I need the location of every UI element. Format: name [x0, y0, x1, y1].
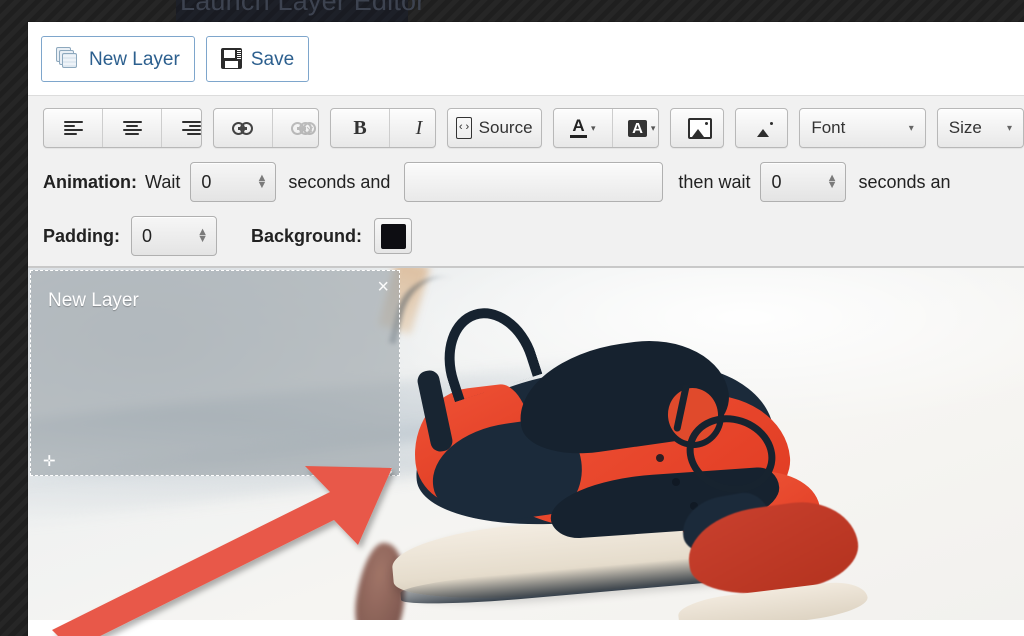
canvas-layer[interactable]: New Layer × ✛: [30, 270, 400, 476]
new-layer-button-label: New Layer: [89, 50, 180, 69]
then-wait-label: then wait: [678, 172, 750, 193]
align-right-button[interactable]: [162, 109, 202, 147]
seconds-and-label: seconds and: [288, 172, 390, 193]
animation-then-wait-value: 0: [771, 172, 781, 193]
align-left-icon: [64, 121, 83, 135]
padding-value: 0: [142, 226, 152, 247]
unlink-icon: ✕: [291, 122, 312, 135]
align-center-icon: [123, 121, 142, 135]
stepper-arrows-icon-2[interactable]: ▲▼: [827, 175, 838, 189]
layers-icon: [56, 47, 80, 71]
font-dropdown-label: Font: [811, 118, 845, 138]
floppy-disk-icon: [221, 48, 242, 69]
layer-title: New Layer: [48, 290, 139, 312]
save-button[interactable]: Save: [206, 36, 309, 82]
link-group: ✕: [213, 108, 319, 148]
source-button[interactable]: ‹› Source: [448, 109, 541, 147]
image-framed-icon: [688, 118, 712, 139]
source-group: ‹› Source: [447, 108, 542, 148]
animation-row: Animation: Wait 0 ▲▼ seconds and then wa…: [43, 162, 1024, 202]
unlink-button[interactable]: ✕: [273, 109, 319, 147]
background-color-swatch[interactable]: [374, 218, 412, 254]
trailing-seconds-label: seconds an: [858, 172, 950, 193]
insert-image-button[interactable]: [736, 109, 789, 147]
text-color-letter: A: [572, 118, 584, 133]
chevron-down-icon-2: ▾: [651, 123, 656, 134]
text-color-button[interactable]: A ▾: [554, 109, 613, 147]
close-icon[interactable]: ×: [377, 277, 389, 297]
wait-label: Wait: [145, 172, 180, 193]
layer-editor-window: New Layer Save: [28, 22, 1024, 636]
alignment-group: [43, 108, 202, 148]
image-group: [735, 108, 789, 148]
padding-label: Padding:: [43, 226, 120, 247]
editor-canvas[interactable]: New Layer × ✛: [28, 267, 1024, 620]
page-root: Launch Layer Editor New Layer Save: [0, 0, 1024, 636]
animation-wait-value: 0: [201, 172, 211, 193]
source-code-icon: ‹›: [456, 117, 471, 139]
background-label: Background:: [251, 226, 362, 247]
chevron-down-icon-font: ▾: [909, 123, 914, 134]
padding-stepper[interactable]: 0 ▲▼: [131, 216, 217, 256]
animation-wait-stepper[interactable]: 0 ▲▼: [190, 162, 276, 202]
insert-image-framed-button[interactable]: [671, 109, 724, 147]
animation-effect-select[interactable]: [404, 162, 663, 202]
stepper-arrows-icon[interactable]: ▲▼: [256, 175, 267, 189]
font-dropdown[interactable]: Font ▾: [799, 108, 925, 148]
chevron-down-icon-size: ▾: [1007, 123, 1012, 134]
stepper-arrows-icon-3[interactable]: ▲▼: [197, 229, 208, 243]
color-group: A ▾ A ▾: [553, 108, 659, 148]
animation-label: Animation:: [43, 172, 137, 193]
background-color-icon: A: [628, 120, 647, 137]
background-color-button[interactable]: A ▾: [613, 109, 659, 147]
italic-button[interactable]: I: [390, 109, 436, 147]
animation-then-wait-stepper[interactable]: 0 ▲▼: [760, 162, 846, 202]
source-button-label: Source: [479, 118, 533, 138]
image-icon: [755, 120, 775, 137]
sneaker-image-secondary: [688, 496, 888, 620]
padding-background-row: Padding: 0 ▲▼ Background:: [43, 216, 1024, 256]
italic-label: I: [416, 117, 423, 140]
align-center-button[interactable]: [103, 109, 162, 147]
bold-button[interactable]: B: [331, 109, 390, 147]
link-icon: [232, 122, 253, 135]
page-title: Launch Layer Editor: [180, 0, 425, 17]
settings-panel: ✕ B I ‹› Source: [28, 95, 1024, 267]
resize-handle-icon[interactable]: [378, 456, 394, 472]
background-color-chip: [381, 224, 406, 249]
text-style-group: B I: [330, 108, 436, 148]
format-toolbar: ✕ B I ‹› Source: [43, 108, 1024, 148]
align-left-button[interactable]: [44, 109, 103, 147]
align-right-icon: [182, 121, 201, 135]
move-handle-icon[interactable]: ✛: [43, 454, 56, 469]
new-layer-button[interactable]: New Layer: [41, 36, 195, 82]
save-button-label: Save: [251, 50, 294, 69]
size-dropdown[interactable]: Size ▾: [937, 108, 1024, 148]
action-bar: New Layer Save: [28, 22, 1024, 95]
link-button[interactable]: [214, 109, 273, 147]
image-framed-group: [670, 108, 724, 148]
text-color-icon: A: [570, 118, 587, 138]
chevron-down-icon: ▾: [591, 123, 596, 134]
bold-label: B: [353, 117, 366, 140]
size-dropdown-label: Size: [949, 118, 982, 138]
